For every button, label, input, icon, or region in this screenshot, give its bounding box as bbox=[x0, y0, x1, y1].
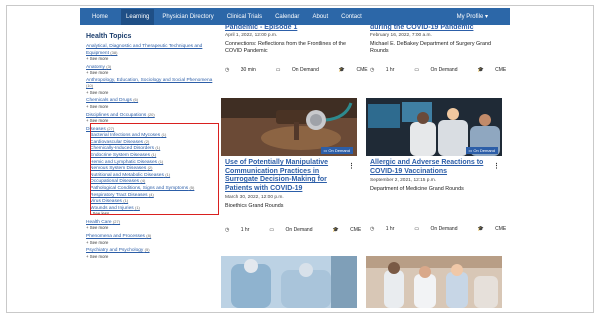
card-meta: ◷ 1 hr ▭ On Demand 🎓 CME bbox=[366, 226, 506, 232]
credit: 🎓 CME bbox=[477, 226, 507, 232]
topic-analytical[interactable]: Analytical, Diagnostic and Therapeutic T… bbox=[86, 44, 214, 56]
surgery-image bbox=[221, 256, 357, 308]
card-meta: ◷ 1 hr ▭ On Demand 🎓 CME bbox=[221, 227, 361, 233]
event-card[interactable] bbox=[366, 256, 502, 308]
event-card[interactable] bbox=[221, 256, 357, 308]
see-more-link[interactable]: + See more bbox=[86, 56, 214, 61]
graduation-cap-icon: 🎓 bbox=[477, 226, 484, 232]
topic-phenomena[interactable]: Phenomena and Processes (8) bbox=[86, 233, 214, 240]
topic-disciplines[interactable]: Disciplines and Occupations (20) bbox=[86, 112, 214, 119]
graduation-cap-icon: 🎓 bbox=[332, 227, 339, 233]
topic-anatomy[interactable]: Anatomy (3) bbox=[86, 64, 214, 71]
card-subtitle: Bioethics Grand Rounds bbox=[225, 203, 284, 209]
topic-psychiatry[interactable]: Psychiatry and Psychology (5) bbox=[86, 247, 214, 254]
topic-chemicals[interactable]: Chemicals and Drugs (6) bbox=[86, 97, 214, 104]
duration: ◷ 1 hr bbox=[370, 67, 395, 73]
my-profile-menu[interactable]: My Profile ▾ bbox=[457, 13, 488, 20]
format: ▭ On Demand bbox=[414, 67, 458, 73]
sidebar-title: Health Topics bbox=[86, 33, 132, 40]
clock-icon: ◷ bbox=[370, 226, 375, 232]
card-meta: ◷ 1 hr ▭ On Demand 🎓 CME bbox=[366, 67, 506, 73]
see-more-link[interactable]: + See more bbox=[86, 90, 214, 95]
event-card[interactable]: ▭ On Demand ⋮ Use of Potentially Manipul… bbox=[221, 98, 361, 233]
card-image[interactable]: ▭ On Demand bbox=[221, 98, 357, 156]
kebab-menu-icon[interactable]: ⋮ bbox=[348, 162, 355, 170]
graduation-cap-icon: 🎓 bbox=[338, 67, 346, 73]
kebab-menu-icon[interactable]: ⋮ bbox=[493, 162, 500, 170]
nav-contact[interactable]: Contact bbox=[341, 14, 362, 20]
topic-anthropology[interactable]: Anthropology, Education, Sociology and S… bbox=[86, 78, 214, 90]
nav-learning[interactable]: Learning bbox=[121, 8, 155, 25]
card-image[interactable]: ▭ On Demand bbox=[366, 98, 502, 156]
see-more-link[interactable]: + See more bbox=[86, 240, 214, 245]
see-more-link[interactable]: + See more bbox=[86, 70, 214, 75]
top-navbar: Home Learning Physician Directory Clinic… bbox=[80, 8, 510, 25]
nav-clinical-trials[interactable]: Clinical Trials bbox=[227, 14, 262, 20]
card-date: February 16, 2022, 7:00 a.m. bbox=[370, 33, 432, 38]
event-card[interactable]: ▭ On Demand ⋮ Allergic and Adverse React… bbox=[366, 98, 506, 232]
card-title[interactable]: Allergic and Adverse Reactions to COVID-… bbox=[366, 159, 502, 176]
monitor-icon: ▭ bbox=[275, 67, 281, 73]
event-card[interactable]: during the COVID-19 Pandemic February 16… bbox=[366, 24, 506, 73]
card-date: April 1, 2022, 12:00 p.m. bbox=[225, 33, 278, 38]
highlight-box bbox=[90, 123, 219, 215]
card-subtitle: Connections: Reflections from the Frontl… bbox=[225, 41, 347, 54]
card-date: March 30, 2022, 12:00 p.m. bbox=[225, 195, 284, 200]
graduation-cap-icon: 🎓 bbox=[477, 67, 484, 73]
clock-icon: ◷ bbox=[225, 67, 230, 73]
hospital-rounds-image bbox=[366, 256, 502, 308]
card-subtitle: Department of Medicine Grand Rounds bbox=[370, 186, 464, 192]
clock-icon: ◷ bbox=[225, 227, 230, 233]
see-more-link[interactable]: + See more bbox=[86, 104, 214, 109]
card-image[interactable] bbox=[221, 256, 357, 308]
monitor-icon: ▭ bbox=[414, 226, 420, 232]
monitor-icon: ▭ bbox=[269, 227, 275, 233]
nav-physician-directory[interactable]: Physician Directory bbox=[162, 14, 213, 20]
duration: ◷ 1 hr bbox=[225, 227, 250, 233]
card-subtitle: Michael E. DeBakey Department of Surgery… bbox=[370, 41, 492, 54]
credit: 🎓 CME bbox=[477, 67, 507, 73]
card-image[interactable] bbox=[366, 256, 502, 308]
format: ▭ On Demand bbox=[275, 67, 319, 73]
format: ▭ On Demand bbox=[269, 227, 313, 233]
see-more-link[interactable]: + See more bbox=[86, 254, 214, 259]
on-demand-badge: ▭ On Demand bbox=[465, 147, 498, 154]
nav-home[interactable]: Home bbox=[92, 14, 108, 20]
card-title[interactable]: Pandemic - Episode 1 bbox=[221, 24, 357, 31]
duration: ◷ 1 hr bbox=[370, 226, 395, 232]
card-title[interactable]: during the COVID-19 Pandemic bbox=[366, 24, 502, 31]
duration: ◷ 30 min bbox=[225, 67, 256, 73]
clock-icon: ◷ bbox=[370, 67, 375, 73]
nav-about[interactable]: About bbox=[312, 14, 328, 20]
card-date: September 2, 2021, 12:15 p.m. bbox=[370, 178, 437, 183]
card-meta: ◷ 30 min ▭ On Demand 🎓 CME bbox=[221, 67, 368, 73]
nav-calendar[interactable]: Calendar bbox=[275, 14, 299, 20]
topic-health-care[interactable]: Health Care (27) bbox=[86, 219, 214, 226]
format: ▭ On Demand bbox=[414, 226, 458, 232]
event-card[interactable]: Pandemic - Episode 1 April 1, 2022, 12:0… bbox=[221, 24, 368, 73]
card-title[interactable]: Use of Potentially Manipulative Communic… bbox=[221, 159, 357, 193]
see-more-link[interactable]: + See more bbox=[86, 225, 214, 230]
on-demand-badge: ▭ On Demand bbox=[320, 147, 353, 154]
monitor-icon: ▭ bbox=[414, 67, 420, 73]
